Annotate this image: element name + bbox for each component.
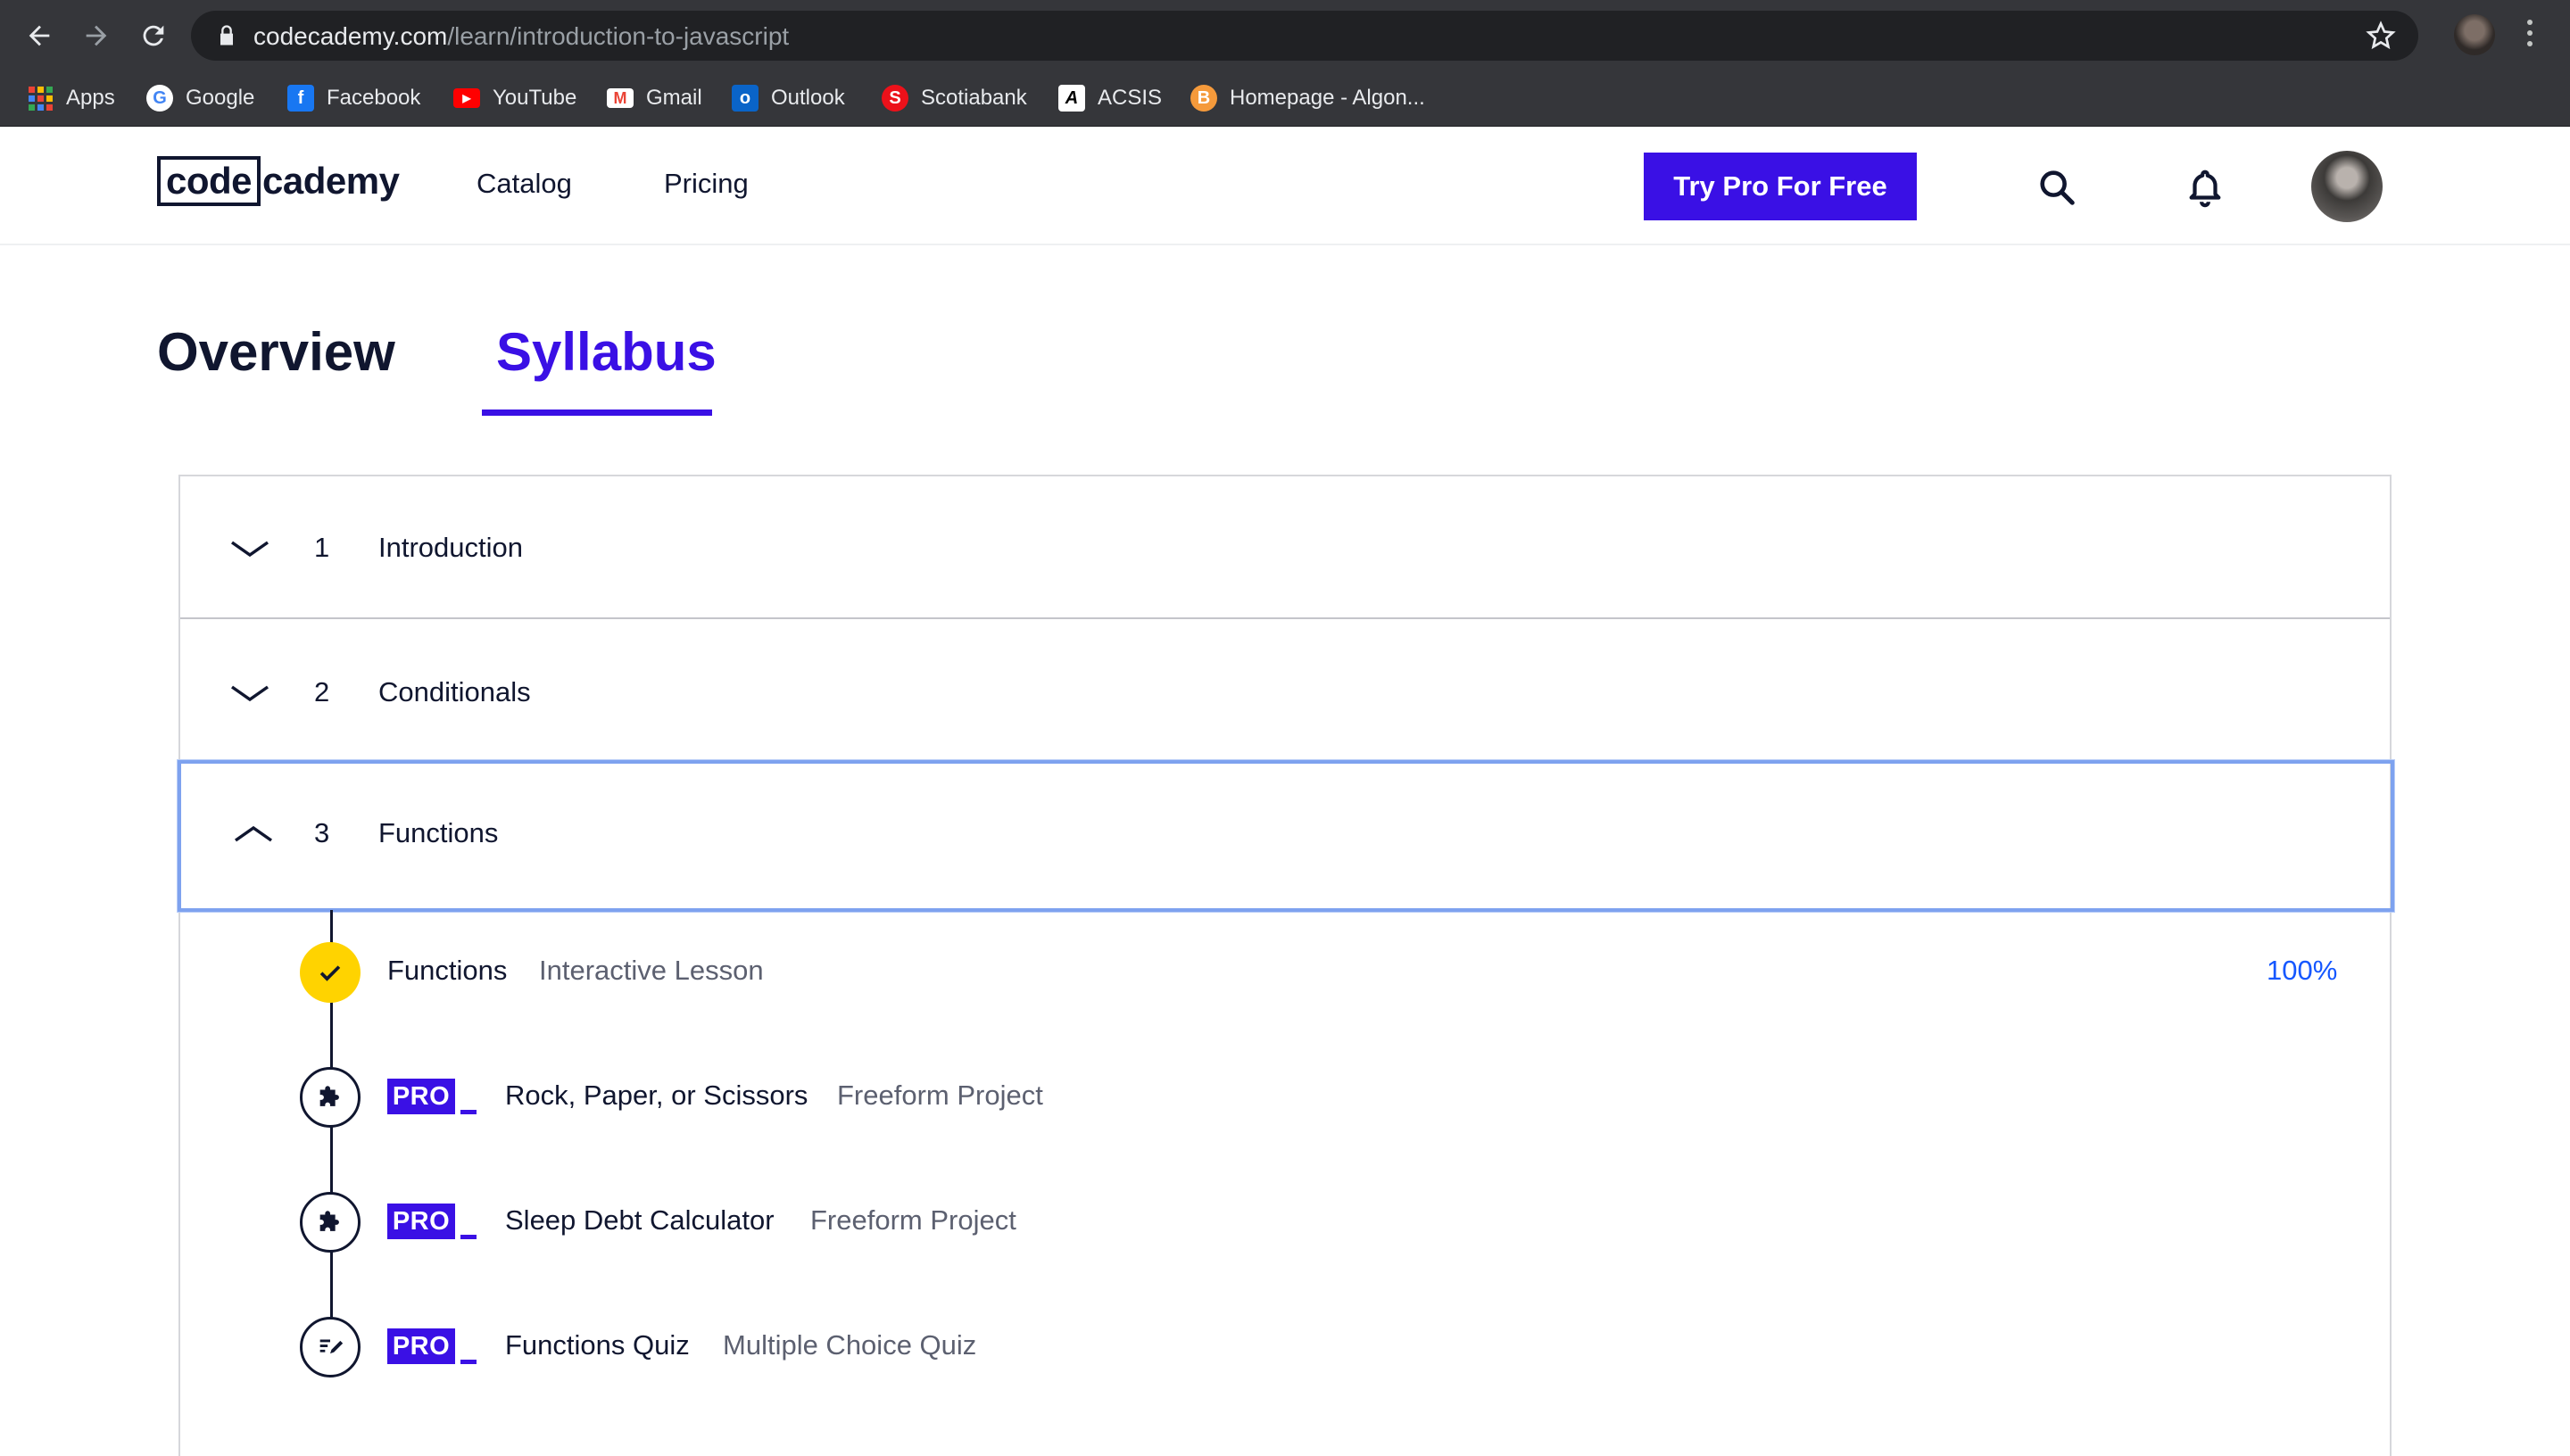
quiz-node — [300, 1317, 361, 1377]
acsis-icon: A — [1058, 85, 1085, 112]
try-pro-button[interactable]: Try Pro For Free — [1644, 153, 1917, 220]
section-title: Functions — [378, 817, 499, 848]
chevron-down-icon — [230, 541, 269, 558]
browser-menu-icon[interactable] — [2525, 20, 2534, 52]
bookmark-algonquin[interactable]: B Homepage - Algon... — [1190, 84, 1425, 112]
bookmarks-bar: Apps G Google f Facebook ▶ YouTube M Gma… — [0, 70, 2570, 127]
apps-grid-icon — [27, 85, 54, 112]
bell-icon[interactable] — [2184, 167, 2226, 208]
chevron-up-icon — [234, 825, 273, 842]
reload-icon — [143, 25, 164, 46]
gmail-icon: M — [607, 88, 634, 108]
back-arrow-icon — [29, 25, 50, 46]
lock-icon — [220, 25, 233, 46]
section-introduction[interactable]: 1 Introduction — [180, 476, 2390, 619]
project-node — [300, 1067, 361, 1128]
tab-syllabus[interactable]: Syllabus — [496, 321, 717, 383]
logo-cademy: cademy — [262, 160, 400, 202]
bookmark-label: Homepage - Algon... — [1230, 86, 1425, 110]
pro-badge-cursor — [460, 1110, 477, 1114]
bookmark-scotiabank[interactable]: S Scotiabank — [882, 84, 1027, 112]
search-icon[interactable] — [2036, 167, 2077, 208]
bookmark-gmail[interactable]: M Gmail — [607, 84, 702, 112]
section-functions[interactable]: 3 Functions — [178, 760, 2394, 912]
bookmark-label: Outlook — [771, 86, 845, 110]
pro-badge: PRO — [387, 1204, 455, 1239]
scotiabank-icon: S — [882, 85, 908, 112]
bookmark-label: ACSIS — [1098, 86, 1163, 110]
user-avatar[interactable] — [2311, 151, 2383, 222]
bookmark-acsis[interactable]: A ACSIS — [1058, 84, 1162, 112]
project-title[interactable]: Rock, Paper, or Scissors — [505, 1080, 808, 1112]
youtube-icon: ▶ — [453, 88, 480, 108]
pro-badge-cursor — [460, 1360, 477, 1364]
lesson-type: Interactive Lesson — [539, 955, 764, 986]
section-title: Introduction — [378, 532, 523, 563]
codecademy-logo[interactable]: code cademy — [157, 154, 400, 208]
facebook-icon: f — [287, 85, 314, 112]
bookmark-google[interactable]: G Google — [146, 84, 254, 112]
address-bar[interactable]: codecademy.com/learn/introduction-to-jav… — [191, 11, 2418, 61]
bookmark-outlook[interactable]: o Outlook — [732, 84, 845, 112]
bookmark-label: Apps — [66, 86, 115, 110]
section-number: 2 — [314, 676, 330, 707]
algonquin-icon: B — [1190, 85, 1217, 112]
reload-button[interactable] — [130, 12, 177, 59]
section-conditionals[interactable]: 2 Conditionals — [180, 621, 2390, 764]
forward-button[interactable] — [73, 12, 120, 59]
quiz-pencil-icon — [319, 1339, 344, 1354]
url-text: codecademy.com/learn/introduction-to-jav… — [253, 22, 790, 50]
bookmark-label: Scotiabank — [921, 86, 1027, 110]
project-type: Freeform Project — [837, 1080, 1043, 1111]
bookmark-youtube[interactable]: ▶ YouTube — [453, 84, 576, 112]
bookmark-label: YouTube — [493, 86, 577, 110]
tab-overview[interactable]: Overview — [157, 321, 395, 383]
bookmark-label: Google — [186, 86, 255, 110]
puzzle-icon — [319, 1211, 339, 1231]
bookmark-label: Facebook — [327, 86, 421, 110]
check-icon — [319, 965, 341, 981]
browser-profile-avatar[interactable] — [2454, 14, 2495, 55]
bookmark-apps[interactable]: Apps — [27, 84, 115, 112]
quiz-title[interactable]: Functions Quiz — [505, 1329, 690, 1361]
complete-status-node — [300, 942, 361, 1003]
chevron-down-icon — [230, 685, 269, 702]
project-type: Freeform Project — [810, 1204, 1016, 1236]
lesson-progress: 100% — [2267, 955, 2338, 986]
nav-pricing[interactable]: Pricing — [664, 168, 749, 200]
section-title: Conditionals — [378, 676, 531, 707]
quiz-type: Multiple Choice Quiz — [723, 1329, 977, 1361]
bookmark-facebook[interactable]: f Facebook — [287, 84, 420, 112]
section-number: 3 — [314, 817, 330, 848]
pro-badge-cursor — [460, 1235, 477, 1239]
bookmark-label: Gmail — [646, 86, 702, 110]
nav-catalog[interactable]: Catalog — [477, 168, 572, 200]
google-icon: G — [146, 85, 173, 112]
project-title[interactable]: Sleep Debt Calculator — [505, 1204, 775, 1237]
section-number: 1 — [314, 532, 330, 563]
pro-badge: PRO — [387, 1328, 455, 1364]
bookmark-star-icon[interactable] — [2365, 20, 2397, 52]
pro-badge: PRO — [387, 1079, 455, 1114]
project-node — [300, 1192, 361, 1253]
outlook-icon: o — [732, 85, 759, 112]
active-tab-indicator — [482, 410, 712, 416]
logo-code: code — [157, 156, 261, 206]
back-button[interactable] — [16, 12, 62, 59]
syllabus-accordion: 1 Introduction 2 Conditionals 3 Function… — [178, 475, 2394, 1456]
puzzle-icon — [319, 1086, 339, 1106]
forward-arrow-icon — [86, 25, 107, 46]
site-header: code cademy Catalog Pricing Try Pro For F… — [0, 128, 2570, 245]
browser-toolbar: codecademy.com/learn/introduction-to-jav… — [0, 0, 2570, 70]
lesson-title[interactable]: Functions — [387, 955, 507, 987]
